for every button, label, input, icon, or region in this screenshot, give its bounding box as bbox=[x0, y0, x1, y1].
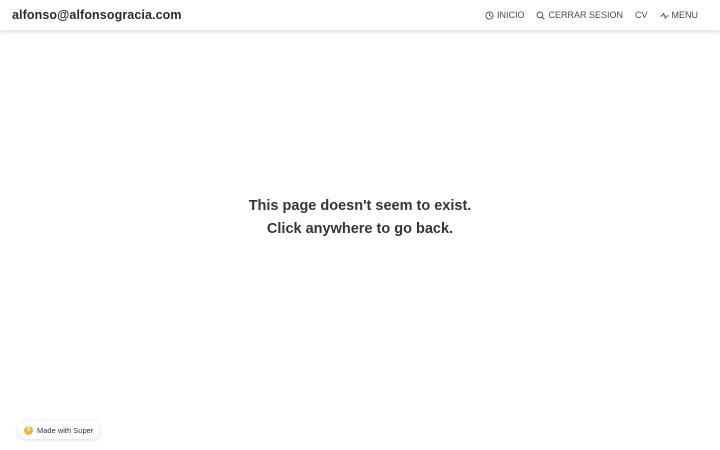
badge-label: Made with Super bbox=[37, 425, 94, 435]
nav-item-inicio[interactable]: INICIO bbox=[485, 10, 525, 20]
nav-item-label: CV bbox=[634, 10, 648, 20]
site-brand-link[interactable]: alfonso@alfonsogracia.com bbox=[12, 8, 182, 22]
not-found-line-2: Click anywhere to go back. bbox=[266, 221, 454, 237]
top-navbar: alfonso@alfonsogracia.com INICIO CERRAR … bbox=[0, 0, 720, 30]
nav-item-cerrar-sesion[interactable]: CERRAR SESION bbox=[536, 10, 623, 20]
nav-item-label: CERRAR SESION bbox=[548, 10, 623, 20]
not-found-message[interactable]: This page doesn't seem to exist. Click a… bbox=[0, 195, 720, 241]
nav-item-label: INICIO bbox=[496, 10, 525, 20]
made-with-super-badge[interactable]: S Made with Super bbox=[18, 421, 101, 439]
nav-item-label: MENU bbox=[671, 10, 699, 20]
clock-icon bbox=[485, 10, 494, 20]
super-logo-icon: S bbox=[24, 425, 33, 435]
activity-icon bbox=[659, 12, 669, 19]
search-icon bbox=[537, 11, 546, 20]
not-found-line-1: This page doesn't seem to exist. bbox=[248, 198, 472, 214]
nav-item-menu[interactable]: MENU bbox=[659, 10, 699, 20]
page: alfonso@alfonsogracia.com INICIO CERRAR … bbox=[0, 0, 720, 450]
nav-item-cv[interactable]: CV bbox=[635, 10, 648, 20]
main-nav: INICIO CERRAR SESION CV MENU bbox=[485, 10, 698, 20]
